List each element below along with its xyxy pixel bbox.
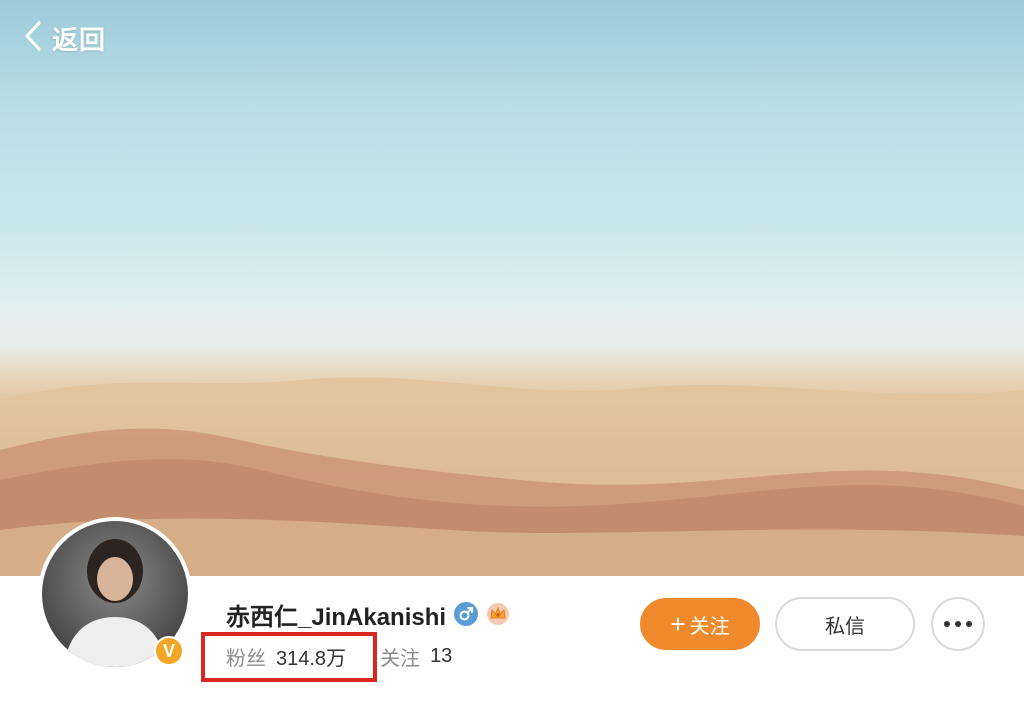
profile-name: 赤西仁_JinAkanishi [226,603,447,631]
following-count[interactable]: 13 [430,645,452,668]
message-button[interactable]: 私信 [775,597,915,651]
profile-name-row: 赤西仁_JinAkanishi [226,597,510,631]
back-label: 返回 [52,24,107,55]
chevron-left-icon [24,20,42,57]
following-label[interactable]: 关注 [380,642,420,671]
verified-badge-text: V [162,640,175,661]
back-button[interactable]: 返回 [24,20,106,56]
follow-button[interactable]: + 关注 [640,598,760,650]
male-icon [454,602,479,626]
highlight-box [201,632,377,682]
follow-label: 关注 [689,615,730,638]
more-icon[interactable] [931,597,985,651]
verified-badge-icon: V [154,636,184,666]
crown-icon[interactable] [486,602,510,626]
cover-image [0,0,1024,576]
plus-icon: + [670,609,686,639]
